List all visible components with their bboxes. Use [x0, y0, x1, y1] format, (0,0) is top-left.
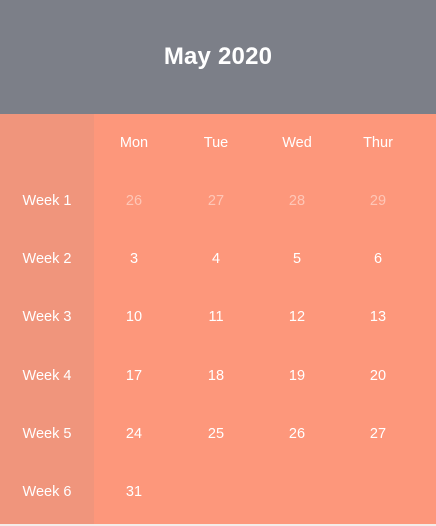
date-cell[interactable]: 27 — [338, 419, 418, 449]
date-cell[interactable]: 5 — [257, 244, 337, 274]
week-label: Week 4 — [22, 367, 72, 384]
date-cell[interactable]: 12 — [257, 302, 337, 332]
date-cell[interactable]: 26 — [94, 186, 174, 216]
date-cell[interactable]: 19 — [257, 361, 337, 391]
date-cell[interactable]: 18 — [176, 361, 256, 391]
day-header-thur: Thur — [363, 135, 393, 151]
day-header-tue: Tue — [203, 135, 229, 151]
week-label: Week 3 — [22, 309, 72, 326]
calendar-header: May 2020 — [0, 0, 436, 114]
date-cell[interactable]: 11 — [176, 302, 256, 332]
date-cell[interactable]: 24 — [94, 419, 174, 449]
calendar-body: Mon Tue Wed Thur Week 1 26 27 28 29 Week 2 3 4 5 6 Wee… — [0, 114, 436, 524]
date-cell[interactable]: 25 — [176, 419, 256, 449]
date-cell[interactable]: 29 — [338, 186, 418, 216]
date-cell[interactable]: 20 — [338, 361, 418, 391]
date-cell[interactable]: 10 — [94, 302, 174, 332]
week-label: Week 2 — [22, 251, 72, 268]
date-cell[interactable]: 17 — [94, 361, 174, 391]
date-cell[interactable]: 6 — [338, 244, 418, 274]
month-title: May 2020 — [163, 43, 273, 70]
date-cell[interactable]: 3 — [94, 244, 174, 274]
week-label: Week 6 — [22, 484, 72, 500]
date-cell[interactable]: 27 — [176, 186, 256, 216]
date-cell[interactable]: 26 — [257, 419, 337, 449]
date-cell[interactable]: 4 — [176, 244, 256, 274]
date-cell[interactable]: 31 — [94, 477, 174, 507]
day-header-wed: Wed — [282, 135, 312, 151]
week-label: Week 5 — [22, 425, 72, 442]
calendar: May 2020 Mon Tue Wed Thur Week 1 26 27 28 29 Week… — [0, 0, 436, 526]
week-label: Week 1 — [22, 193, 72, 209]
date-cell[interactable]: 13 — [338, 302, 418, 332]
date-cell[interactable]: 28 — [257, 186, 337, 216]
day-header-mon: Mon — [119, 135, 149, 151]
